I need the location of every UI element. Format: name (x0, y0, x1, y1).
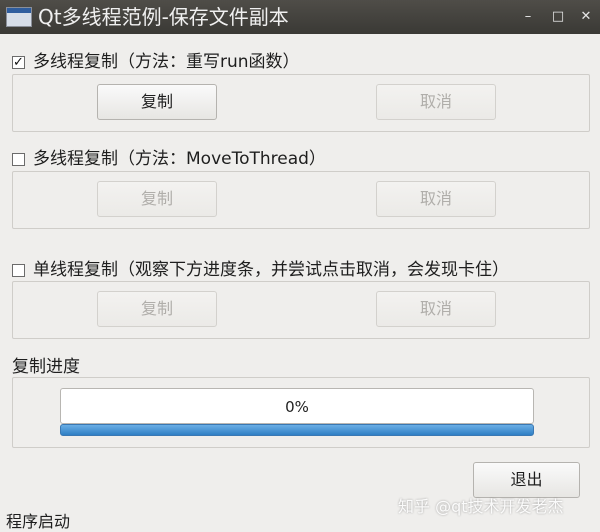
progress-bar (60, 424, 534, 436)
multithread-run-label[interactable]: 多线程复制（方法：重写run函数） (33, 52, 300, 72)
movetothread-checkbox[interactable] (12, 153, 25, 166)
app-window-icon (6, 7, 32, 27)
status-bar-text: 程序启动 (6, 512, 71, 531)
movetothread-label[interactable]: 多线程复制（方法：MoveToThread） (33, 149, 326, 169)
singlethread-label[interactable]: 单线程复制（观察下方进度条，并尝试点击取消，会发现卡住） (33, 260, 509, 280)
multithread-run-copy-button[interactable]: 复制 (97, 84, 217, 120)
maximize-button[interactable]: □ (546, 5, 570, 29)
singlethread-cancel-button[interactable]: 取消 (376, 291, 496, 327)
singlethread-checkbox[interactable] (12, 264, 25, 277)
close-button[interactable]: ✕ (574, 5, 598, 29)
singlethread-copy-button[interactable]: 复制 (97, 291, 217, 327)
progress-indicator: 0% (60, 388, 534, 424)
multithread-run-checkbox[interactable]: ✓ (12, 56, 25, 69)
window-title: Qt多线程范例-保存文件副本 (38, 5, 289, 29)
progress-group-title: 复制进度 (12, 357, 80, 377)
progress-percent-text: 0% (285, 398, 309, 416)
minimize-button[interactable]: – (516, 5, 540, 29)
title-bar[interactable]: Qt多线程范例-保存文件副本 – □ ✕ (0, 0, 600, 34)
exit-button[interactable]: 退出 (473, 462, 580, 498)
movetothread-copy-button[interactable]: 复制 (97, 181, 217, 217)
watermark-text: 知乎 @qt技术开发老杰 (398, 497, 564, 516)
movetothread-cancel-button[interactable]: 取消 (376, 181, 496, 217)
multithread-run-cancel-button[interactable]: 取消 (376, 84, 496, 120)
